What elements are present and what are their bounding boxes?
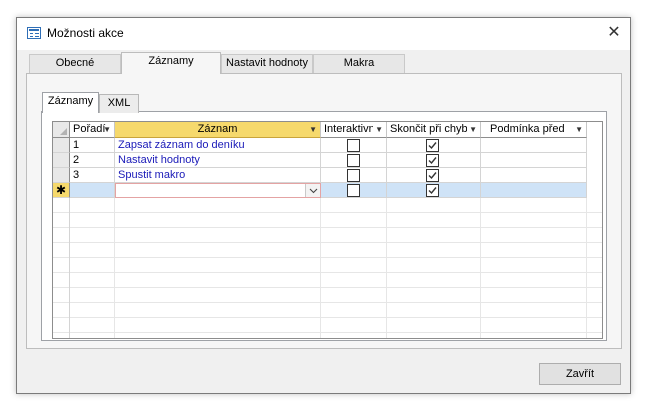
interactive-checkbox[interactable] bbox=[347, 154, 360, 167]
select-all-corner[interactable] bbox=[53, 122, 70, 138]
window-title: Možnosti akce bbox=[47, 26, 124, 40]
records-grid: Pořadí ▼ Záznam ▼ Interaktivní ▼ Skončit… bbox=[52, 121, 603, 339]
empty-grid-area bbox=[53, 198, 602, 338]
new-cell-order[interactable] bbox=[70, 183, 115, 198]
chevron-down-icon: ▼ bbox=[467, 122, 477, 137]
stop-on-error-checkbox[interactable] bbox=[426, 139, 439, 152]
new-cell-interactive bbox=[321, 183, 387, 198]
column-header-record[interactable]: Záznam ▼ bbox=[115, 122, 321, 138]
chevron-down-icon: ▼ bbox=[373, 122, 383, 137]
chevron-down-icon: ▼ bbox=[309, 125, 317, 134]
row-selector[interactable] bbox=[53, 138, 70, 153]
cell-order[interactable]: 1 bbox=[70, 138, 115, 153]
interactive-checkbox[interactable] bbox=[347, 139, 360, 152]
cell-record[interactable]: Spustit makro bbox=[115, 168, 321, 183]
inner-tab-xml[interactable]: XML bbox=[99, 94, 139, 113]
new-cell-stop-on-error bbox=[387, 183, 481, 198]
inner-tab-zaznamy[interactable]: Záznamy bbox=[42, 92, 99, 113]
cell-order[interactable]: 2 bbox=[70, 153, 115, 168]
close-button[interactable]: Zavřít bbox=[539, 363, 621, 385]
chevron-down-icon[interactable] bbox=[305, 184, 320, 197]
row-selector[interactable] bbox=[53, 168, 70, 183]
chevron-down-icon: ▼ bbox=[103, 125, 111, 134]
column-header-condition[interactable]: Podmínka před ▼ bbox=[481, 122, 587, 138]
new-cell-condition[interactable] bbox=[481, 183, 587, 198]
close-icon[interactable]: ✕ bbox=[602, 22, 626, 44]
column-header-interactive[interactable]: Interaktivní ▼ bbox=[321, 122, 387, 138]
tab-zaznamy[interactable]: Záznamy bbox=[121, 52, 221, 74]
column-header-order[interactable]: Pořadí ▼ bbox=[70, 122, 115, 138]
interactive-checkbox[interactable] bbox=[347, 169, 360, 182]
column-header-stop-on-error[interactable]: Skončit při chybě ▼ bbox=[387, 122, 481, 138]
cell-stop-on-error bbox=[387, 168, 481, 183]
chevron-down-icon: ▼ bbox=[575, 125, 583, 134]
cell-record[interactable]: Zapsat záznam do deníku bbox=[115, 138, 321, 153]
tab-makra[interactable]: Makra bbox=[313, 54, 405, 73]
interactive-checkbox[interactable] bbox=[347, 184, 360, 197]
cell-interactive bbox=[321, 168, 387, 183]
stop-on-error-checkbox[interactable] bbox=[426, 184, 439, 197]
stop-on-error-checkbox[interactable] bbox=[426, 154, 439, 167]
dialog-window: Možnosti akce ✕ Obecné Záznamy Nastavit … bbox=[16, 17, 631, 394]
row-selector[interactable] bbox=[53, 153, 70, 168]
title-bar: Možnosti akce ✕ bbox=[17, 18, 630, 50]
cell-condition[interactable] bbox=[481, 168, 587, 183]
cell-stop-on-error bbox=[387, 153, 481, 168]
new-record-combobox[interactable] bbox=[115, 183, 321, 198]
tab-obecne[interactable]: Obecné bbox=[29, 54, 121, 73]
cell-order[interactable]: 3 bbox=[70, 168, 115, 183]
cell-record[interactable]: Nastavit hodnoty bbox=[115, 153, 321, 168]
stop-on-error-checkbox[interactable] bbox=[426, 169, 439, 182]
cell-stop-on-error bbox=[387, 138, 481, 153]
macro-window-icon bbox=[27, 27, 41, 39]
cell-interactive bbox=[321, 153, 387, 168]
cell-condition[interactable] bbox=[481, 153, 587, 168]
cell-interactive bbox=[321, 138, 387, 153]
new-row-marker[interactable]: ✱ bbox=[53, 183, 70, 198]
cell-condition[interactable] bbox=[481, 138, 587, 153]
tab-nastavit-hodnoty[interactable]: Nastavit hodnoty bbox=[221, 54, 313, 73]
